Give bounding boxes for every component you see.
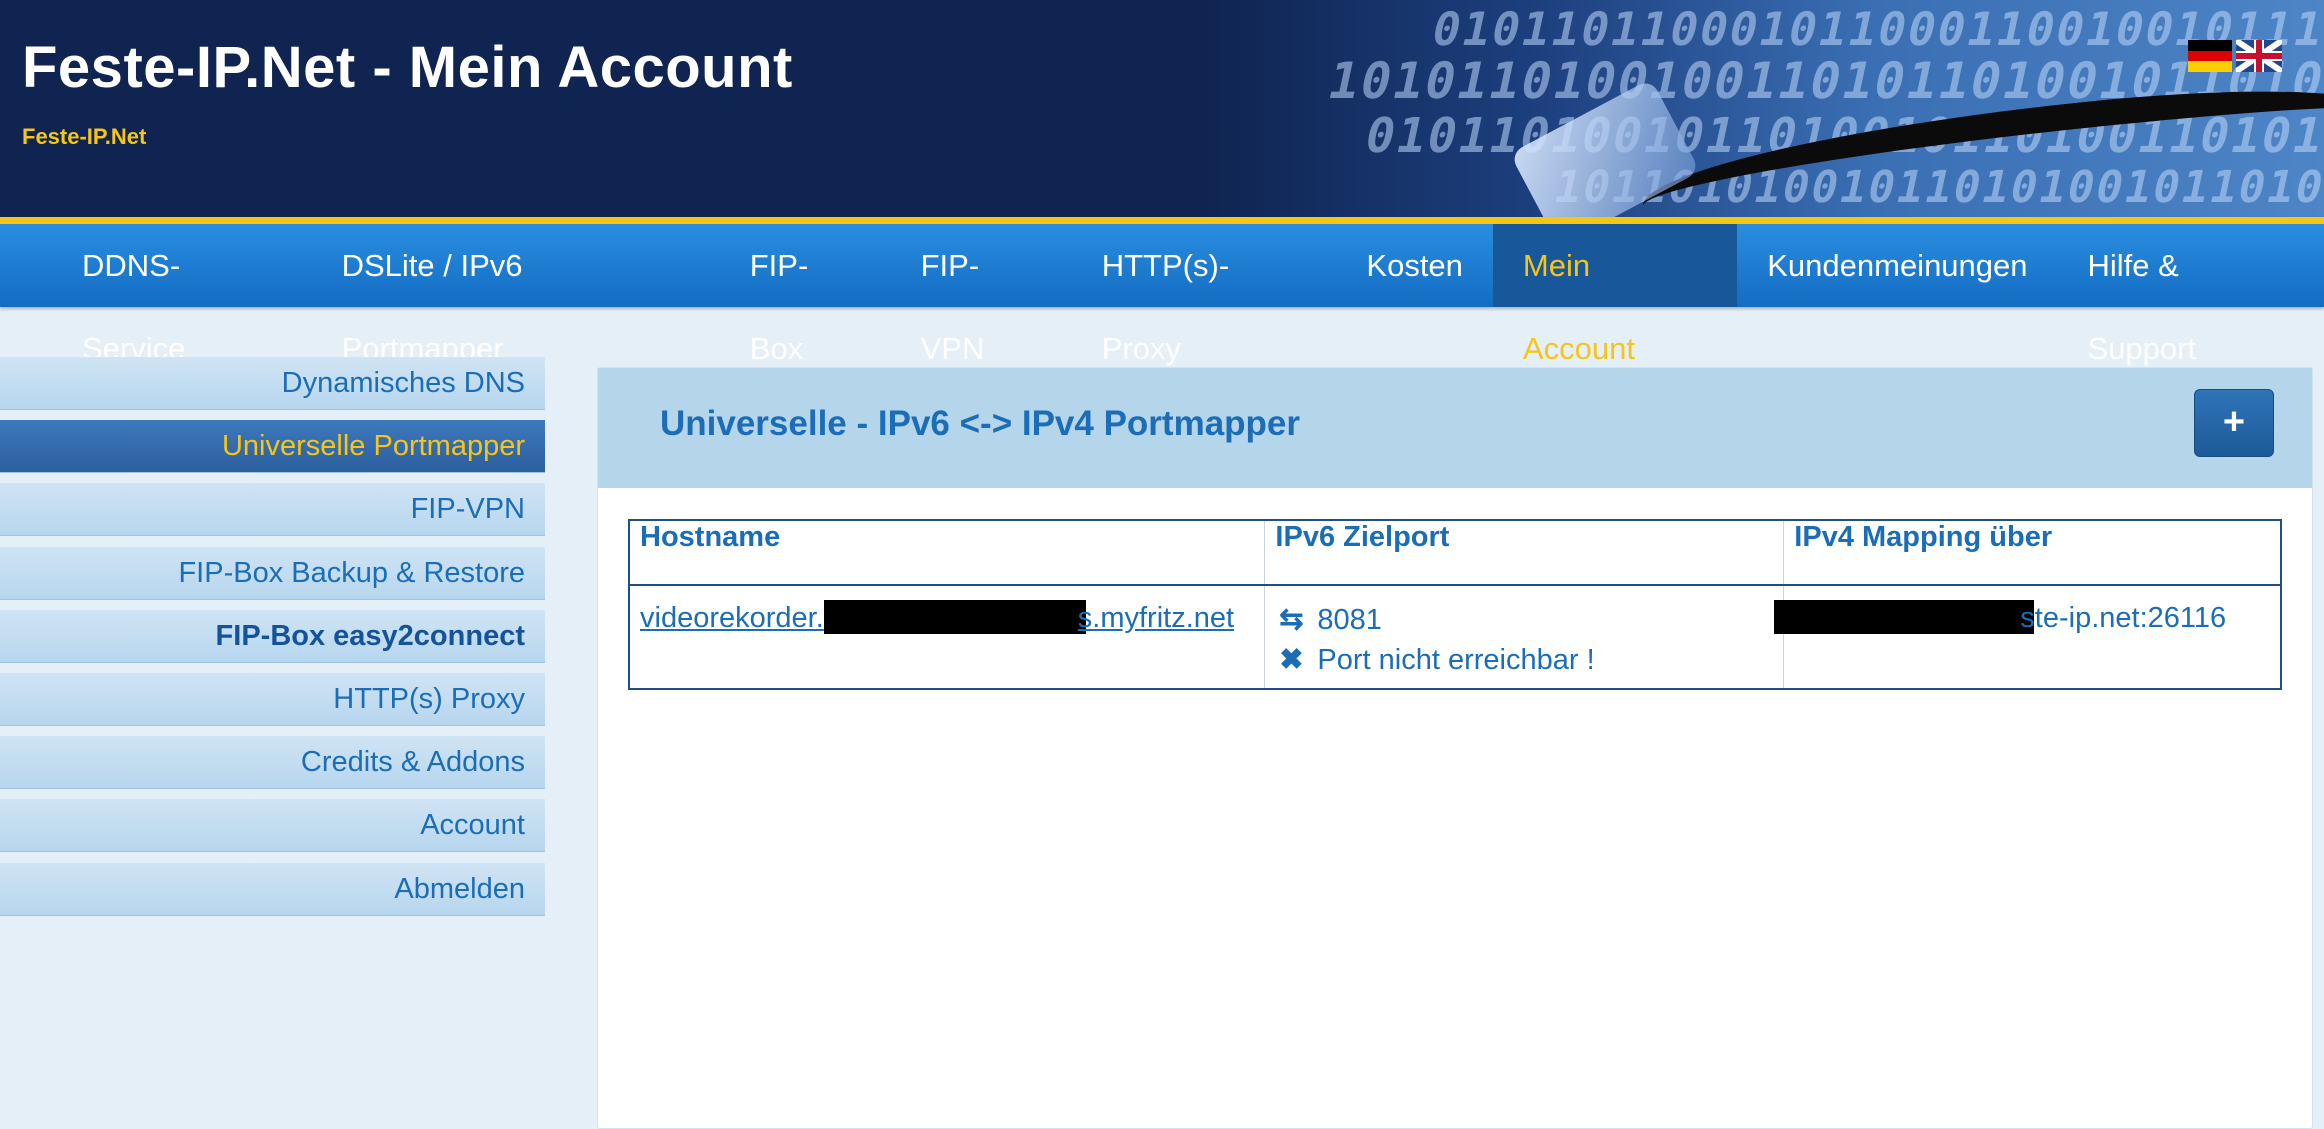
- nav-item-kosten[interactable]: Kosten: [1336, 224, 1493, 307]
- nav-item-hilfe-support[interactable]: Hilfe & Support: [2058, 224, 2324, 366]
- sidebar-item-fip-vpn[interactable]: FIP-VPN: [0, 483, 545, 537]
- hostname-prefix: videorekorder.: [640, 602, 824, 634]
- redacted-block: [1774, 600, 2035, 634]
- sidebar: Dynamisches DNS Universelle Portmapper F…: [0, 357, 545, 926]
- nav-item-https-proxy[interactable]: HTTP(s)-Proxy: [1072, 224, 1337, 366]
- page-title: Feste-IP.Net - Mein Account: [22, 35, 793, 100]
- site-subtitle: Feste-IP.Net: [22, 124, 147, 149]
- redacted-block: [823, 600, 1086, 634]
- nav-item-fip-box[interactable]: FIP-Box: [720, 224, 891, 366]
- sidebar-item-easy2connect[interactable]: FIP-Box easy2connect: [0, 609, 545, 663]
- panel-title: Universelle - IPv6 <-> IPv4 Portmapper: [660, 404, 1301, 443]
- table-row: videorekorder. s.myfritz.net ⇆ 8081 ✖ Por…: [628, 584, 2282, 690]
- nav-item-dslite-portmapper[interactable]: DSLite / IPv6 Portmapper: [312, 224, 720, 366]
- cell-hostname: videorekorder. s.myfritz.net: [628, 584, 1266, 690]
- uk-flag-icon[interactable]: [2236, 40, 2282, 72]
- sidebar-item-abmelden[interactable]: Abmelden: [0, 862, 545, 916]
- column-header-ipv4-mapping: IPv4 Mapping über: [1783, 519, 2282, 586]
- nav-item-fip-vpn[interactable]: FIP-VPN: [891, 224, 1072, 366]
- x-mark-icon: ✖: [1279, 644, 1304, 676]
- port-status: Port nicht erreichbar !: [1317, 644, 1595, 676]
- hostname-link[interactable]: videorekorder. s.myfritz.net: [640, 600, 1235, 634]
- table-header-row: Hostname IPv6 Zielport IPv4 Mapping über: [628, 519, 2282, 586]
- sidebar-item-backup-restore[interactable]: FIP-Box Backup & Restore: [0, 546, 545, 600]
- sidebar-item-account[interactable]: Account: [0, 799, 545, 853]
- nav-item-ddns-service[interactable]: DDNS-Service: [52, 224, 312, 366]
- column-header-ipv6-zielport: IPv6 Zielport: [1264, 519, 1785, 586]
- site-header: 010110110001011000110010010111 101011010…: [0, 0, 2324, 217]
- sidebar-item-https-proxy[interactable]: HTTP(s) Proxy: [0, 672, 545, 726]
- exchange-arrows-icon: ⇆: [1279, 604, 1304, 636]
- language-switcher: [2188, 40, 2282, 73]
- cell-ipv6-port: ⇆ 8081 ✖ Port nicht erreichbar !: [1264, 584, 1785, 690]
- main-nav: DDNS-Service DSLite / IPv6 Portmapper FI…: [0, 217, 2324, 366]
- german-flag-icon[interactable]: [2188, 40, 2232, 73]
- portmapper-table: Hostname IPv6 Zielport IPv4 Mapping über…: [628, 519, 2282, 690]
- cell-ipv4-mapping: ste-ip.net:26116: [1774, 584, 2282, 690]
- sidebar-item-dynamisches-dns[interactable]: Dynamisches DNS: [0, 357, 545, 410]
- sidebar-item-credits-addons[interactable]: Credits & Addons: [0, 736, 545, 790]
- sidebar-item-universelle-portmapper[interactable]: Universelle Portmapper: [0, 420, 545, 474]
- hostname-suffix: s.myfritz.net: [1077, 602, 1235, 634]
- nav-item-mein-account[interactable]: Mein Account: [1492, 224, 1738, 366]
- add-mapping-button[interactable]: +: [2194, 389, 2274, 457]
- portmapper-panel: Universelle - IPv6 <-> IPv4 Portmapper +…: [597, 367, 2313, 1129]
- port-number: 8081: [1317, 604, 1382, 636]
- nav-item-kundenmeinungen[interactable]: Kundenmeinungen: [1737, 224, 2057, 307]
- ipv4-mapping-address: ste-ip.net:26116: [2020, 602, 2227, 634]
- column-header-hostname: Hostname: [628, 519, 1266, 586]
- panel-header: Universelle - IPv6 <-> IPv4 Portmapper +: [598, 368, 2312, 488]
